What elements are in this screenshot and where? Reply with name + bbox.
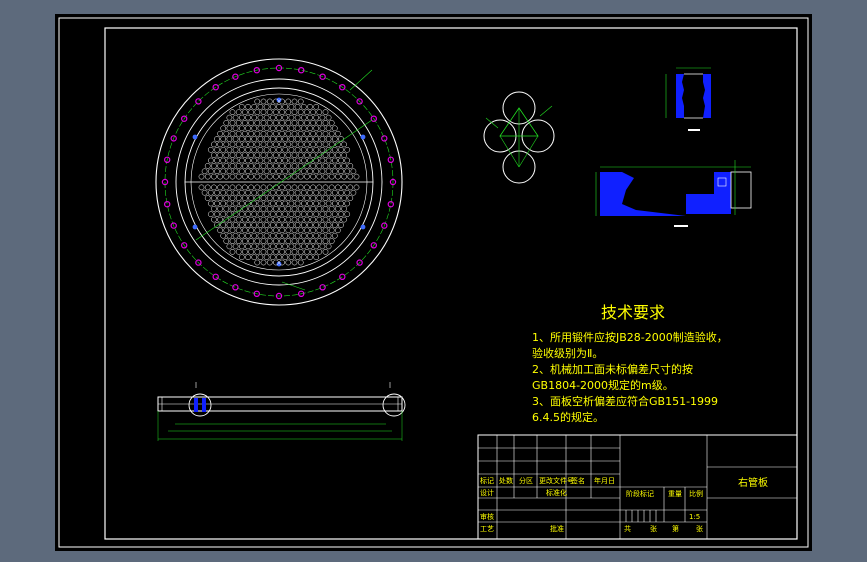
tb-drawing-name: 右管板 [738, 476, 768, 489]
tie-rod-hole [360, 224, 366, 230]
tb-label-date: 年月日 [594, 476, 615, 485]
requirements-title: 技术要求 [601, 303, 665, 322]
requirement-line-1: 1、所用锻件应按JB28-2000制造验收， [532, 330, 728, 344]
tb-label-count: 处数 [499, 476, 513, 485]
tb-scale-value: 1:5 [689, 513, 700, 521]
tie-rod-hole [192, 224, 198, 230]
tb-sheets-total: 共 [624, 524, 631, 533]
tb-label-stage: 阶段标记 [626, 489, 654, 498]
requirement-line-2: 验收级别为Ⅱ。 [532, 346, 603, 360]
tb-label-sign: 签名 [571, 476, 585, 485]
requirement-line-5: 3、面板空析偏差应符合GB151-1999 [532, 394, 718, 408]
tb-label-craft: 工艺 [480, 525, 494, 533]
paper-sheet [55, 14, 812, 551]
tie-rod-hole [276, 97, 282, 103]
tb-sheet-no: 第 [672, 524, 679, 533]
requirement-line-3: 2、机械加工面未标偏差尺寸的按 [532, 362, 693, 376]
requirement-line-6: 6.4.5的规定。 [532, 410, 604, 424]
tb-label-approve: 批准 [550, 524, 564, 533]
tie-rod-hole [276, 261, 282, 267]
tb-label-weight: 重量 [668, 490, 682, 498]
tb-label-review: 审核 [480, 512, 494, 521]
tb-sheets-unit: 张 [650, 524, 657, 533]
tb-label-zone: 分区 [519, 476, 533, 485]
tb-sheet-unit: 张 [696, 524, 703, 533]
tb-label-change-doc: 更改文件号 [539, 476, 574, 485]
cad-drawing-canvas[interactable]: 技术要求 1、所用锻件应按JB28-2000制造验收， 验收级别为Ⅱ。 2、机械… [0, 0, 867, 562]
tb-label-mark: 标记 [480, 476, 494, 485]
tie-rod-hole [192, 134, 198, 140]
tie-rod-hole [360, 134, 366, 140]
requirement-line-4: GB1804-2000规定的m级。 [532, 378, 674, 392]
tb-label-scale: 比例 [689, 489, 703, 498]
tb-label-standardize: 标准化 [546, 488, 567, 497]
tb-label-designer: 设计 [480, 488, 494, 497]
